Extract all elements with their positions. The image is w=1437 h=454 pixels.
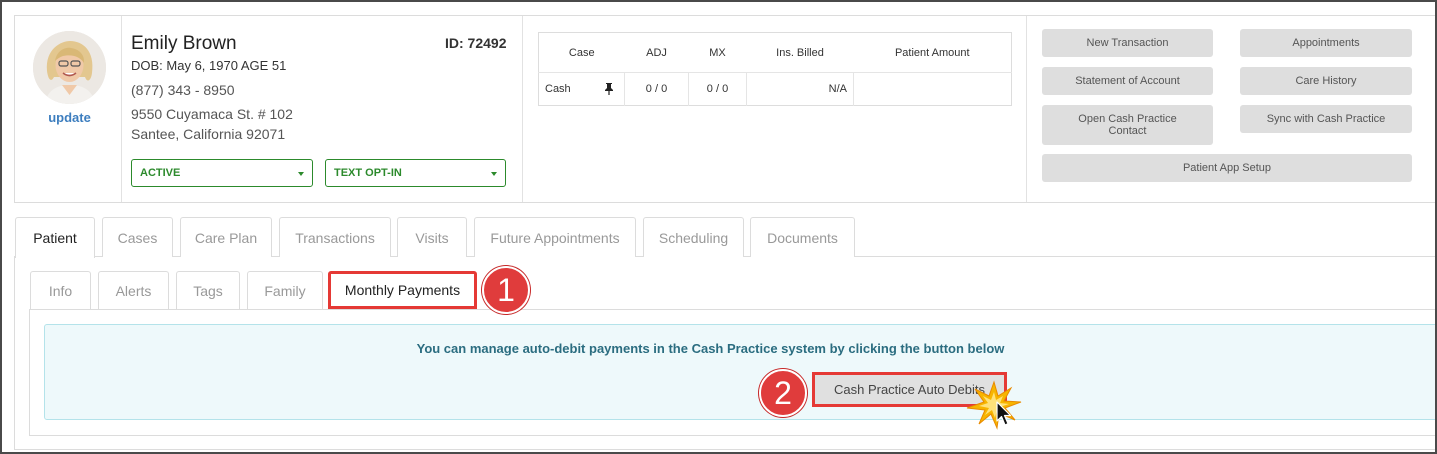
patient-name: Emily Brown xyxy=(131,33,237,54)
tab-transactions[interactable]: Transactions xyxy=(279,217,391,257)
update-photo-link[interactable]: update xyxy=(33,110,106,125)
divider xyxy=(522,16,523,202)
patient-address-line2: Santee, California 92071 xyxy=(131,126,286,142)
table-header: Ins. Billed xyxy=(746,32,854,73)
patient-phone: (877) 343 - 8950 xyxy=(131,82,235,98)
step-marker-2: 2 xyxy=(759,369,807,417)
new-transaction-button[interactable]: New Transaction xyxy=(1042,29,1213,57)
table-header: ADJ xyxy=(624,32,689,73)
table-header: Case xyxy=(538,32,625,73)
tab-future-appointments[interactable]: Future Appointments xyxy=(474,217,636,257)
app-frame: update Emily Brown ID: 72492 DOB: May 6,… xyxy=(0,0,1437,454)
status-dropdown[interactable]: ACTIVE xyxy=(131,159,313,187)
subtab-monthly-payments[interactable]: Monthly Payments xyxy=(328,271,477,309)
caret-down-icon xyxy=(298,172,304,176)
divider xyxy=(121,16,122,202)
table-cell: Cash xyxy=(538,72,625,106)
text-opt-in-value: TEXT OPT-IN xyxy=(334,167,402,179)
tab-visits[interactable]: Visits xyxy=(397,217,467,257)
caret-down-icon xyxy=(491,172,497,176)
pin-icon[interactable] xyxy=(604,83,614,95)
open-cash-practice-contact-button[interactable]: Open Cash Practice Contact xyxy=(1042,105,1213,145)
subtab-info[interactable]: Info xyxy=(30,271,91,309)
table-header: Patient Amount xyxy=(853,32,1012,73)
subtab-alerts[interactable]: Alerts xyxy=(98,271,169,309)
table-cell: N/A xyxy=(746,72,854,106)
tab-documents[interactable]: Documents xyxy=(750,217,855,257)
table-header: MX xyxy=(688,32,747,73)
patient-dob: DOB: May 6, 1970 AGE 51 xyxy=(131,58,287,73)
step-marker-1: 1 xyxy=(482,266,530,314)
table-cell: 0 / 0 xyxy=(624,72,689,106)
avatar-image xyxy=(33,31,106,104)
table-cell: 0 / 0 xyxy=(688,72,747,106)
patient-address-line1: 9550 Cuyamaca St. # 102 xyxy=(131,106,293,122)
tab-scheduling[interactable]: Scheduling xyxy=(643,217,744,257)
cursor-icon xyxy=(996,401,1012,426)
tab-cases[interactable]: Cases xyxy=(102,217,173,257)
patient-avatar xyxy=(33,31,106,104)
case-type: Cash xyxy=(545,83,571,95)
patient-header-card: update Emily Brown ID: 72492 DOB: May 6,… xyxy=(14,15,1435,203)
care-history-button[interactable]: Care History xyxy=(1240,67,1412,95)
table-cell xyxy=(854,73,1012,106)
tab-patient[interactable]: Patient xyxy=(15,217,95,258)
auto-debit-info-panel xyxy=(44,324,1435,420)
table-row[interactable]: Cash 0 / 0 0 / 0 N/A xyxy=(538,72,1012,106)
sync-with-cash-practice-button[interactable]: Sync with Cash Practice xyxy=(1240,105,1412,133)
patient-id: ID: 72492 xyxy=(445,35,507,51)
subtab-tags[interactable]: Tags xyxy=(176,271,240,309)
patient-app-setup-button[interactable]: Patient App Setup xyxy=(1042,154,1412,182)
status-dropdown-value: ACTIVE xyxy=(140,167,181,179)
subtab-family[interactable]: Family xyxy=(247,271,323,309)
statement-of-account-button[interactable]: Statement of Account xyxy=(1042,67,1213,95)
click-burst-icon xyxy=(966,380,1022,430)
auto-debit-message: You can manage auto-debit payments in th… xyxy=(416,341,1005,356)
case-summary-table: Case ADJ MX Ins. Billed Patient Amount C… xyxy=(538,32,1012,106)
text-opt-in-dropdown[interactable]: TEXT OPT-IN xyxy=(325,159,506,187)
tab-care-plan[interactable]: Care Plan xyxy=(180,217,272,257)
appointments-button[interactable]: Appointments xyxy=(1240,29,1412,57)
divider xyxy=(1026,16,1027,202)
